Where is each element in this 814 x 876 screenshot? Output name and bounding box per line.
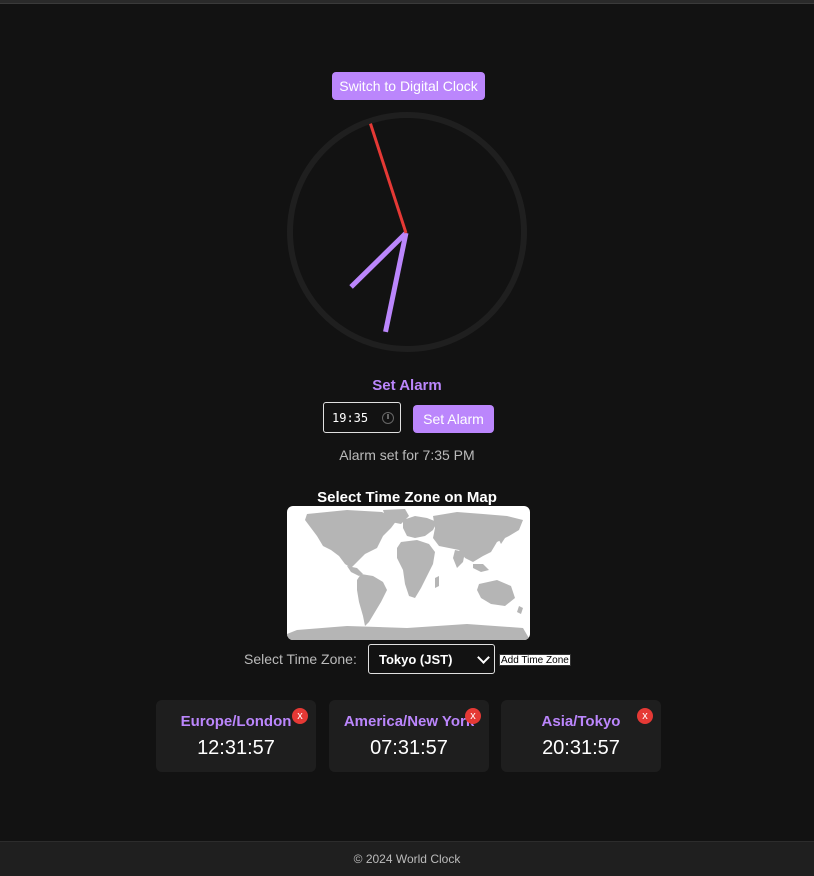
india[interactable] [453, 550, 465, 568]
world-map-svg [287, 509, 530, 640]
timezone-select[interactable]: Tokyo (JST) [368, 644, 495, 674]
analog-clock [286, 111, 528, 353]
timezone-selected-value: Tokyo (JST) [379, 651, 453, 667]
footer: © 2024 World Clock [0, 841, 814, 876]
set-alarm-button[interactable]: Set Alarm [413, 405, 494, 433]
clock-card-america-new-york: America/New York 07:31:57 x [329, 700, 489, 772]
add-timezone-button[interactable]: Add Time Zone [499, 654, 571, 666]
clock-card-time: 20:31:57 [542, 737, 620, 759]
indonesia[interactable] [473, 564, 489, 572]
switch-to-digital-button[interactable]: Switch to Digital Clock [332, 72, 485, 100]
alarm-title: Set Alarm [372, 377, 442, 394]
south-america[interactable] [357, 574, 387, 626]
australia[interactable] [477, 580, 515, 606]
new-zealand[interactable] [517, 606, 523, 614]
chevron-down-icon [477, 650, 490, 664]
remove-clock-button[interactable]: x [637, 708, 653, 724]
alarm-time-input[interactable]: 19:35 [323, 402, 401, 433]
clock-card-asia-tokyo: Asia/Tokyo 20:31:57 x [501, 700, 661, 772]
remove-clock-button[interactable]: x [292, 708, 308, 724]
clock-card-time: 07:31:57 [370, 737, 448, 759]
madagascar[interactable] [435, 576, 439, 588]
asia[interactable] [433, 512, 523, 562]
timezone-label: Select Time Zone: [244, 651, 357, 667]
central-america[interactable] [347, 566, 363, 576]
clock-card-time: 12:31:57 [197, 737, 275, 759]
clock-face-svg [287, 112, 527, 352]
world-map[interactable] [287, 506, 530, 640]
alarm-status: Alarm set for 7:35 PM [339, 447, 475, 463]
remove-clock-button[interactable]: x [465, 708, 481, 724]
clock-card-europe-london: Europe/London 12:31:57 x [156, 700, 316, 772]
antarctica[interactable] [287, 624, 530, 640]
continents [287, 509, 530, 640]
clock-icon[interactable] [382, 411, 394, 424]
europe[interactable] [403, 516, 437, 538]
africa[interactable] [397, 540, 435, 598]
footer-text: © 2024 World Clock [353, 852, 461, 866]
alarm-time-value: 19:35 [332, 410, 369, 425]
map-title: Select Time Zone on Map [317, 489, 497, 506]
top-border [0, 0, 814, 4]
north-america[interactable] [305, 510, 397, 568]
